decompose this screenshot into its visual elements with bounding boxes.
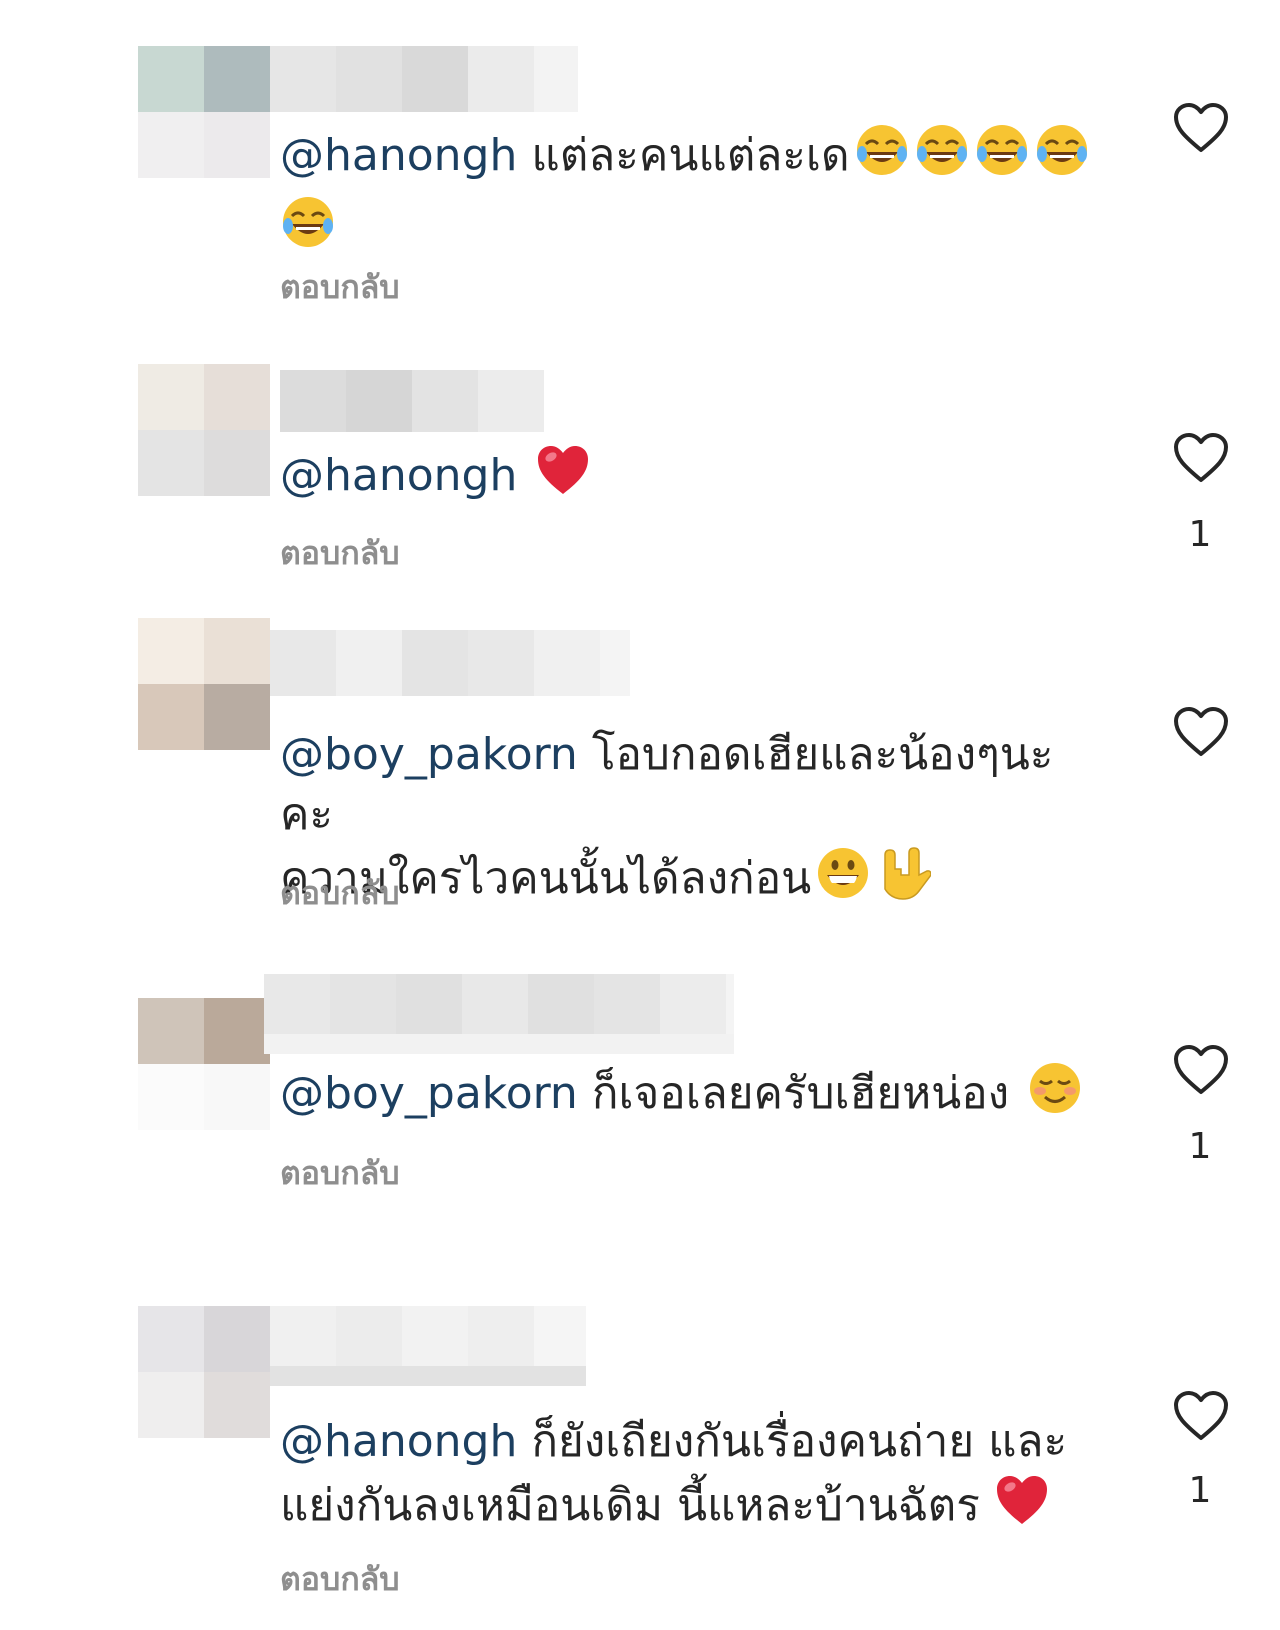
username-redacted[interactable] — [270, 1306, 586, 1386]
red-heart-emoji — [535, 442, 591, 514]
comment-body: แต่ละคนแต่ละเด — [531, 130, 850, 181]
username-redacted[interactable] — [270, 46, 580, 112]
tears-of-joy-emoji — [854, 122, 910, 194]
comment-text: @hanongh ก็ยังเถียงกันเรื่องคนถ่าย และแย… — [280, 1412, 1100, 1544]
tears-of-joy-emoji — [1034, 122, 1090, 194]
love-you-gesture-emoji — [875, 845, 932, 917]
avatar[interactable] — [138, 1306, 270, 1438]
grinning-face-emoji — [815, 845, 871, 917]
heart-outline-icon[interactable] — [1172, 102, 1230, 154]
mention-link[interactable]: @boy_pakorn — [280, 729, 578, 780]
mention-link[interactable]: @hanongh — [280, 1416, 517, 1467]
heart-outline-icon[interactable] — [1172, 432, 1230, 484]
mention-link[interactable]: @hanongh — [280, 130, 517, 181]
comment-body: ก็ยังเถียงกันเรื่องคนถ่าย และ — [531, 1416, 1068, 1467]
username-redacted[interactable] — [270, 630, 630, 696]
mention-link[interactable]: @boy_pakorn — [280, 1068, 578, 1119]
like-count: 1 — [1188, 1470, 1212, 1511]
comment-body: ก็เจอเลยครับเฮียหน่อง — [591, 1068, 1010, 1119]
reply-button[interactable]: ตอบกลับ — [280, 528, 400, 579]
username-redacted[interactable] — [280, 370, 544, 432]
comment-body-line2: แย่งกันลงเหมือนเดิม นี้แหละบ้านฉัตร — [280, 1480, 980, 1531]
username-redacted[interactable] — [264, 974, 734, 1054]
avatar[interactable] — [138, 998, 270, 1130]
avatar[interactable] — [138, 46, 270, 178]
reply-button[interactable]: ตอบกลับ — [280, 1554, 400, 1605]
heart-outline-icon[interactable] — [1172, 706, 1230, 758]
reply-button[interactable]: ตอบกลับ — [280, 1148, 400, 1199]
smiling-face-emoji — [1027, 1060, 1083, 1132]
avatar[interactable] — [138, 364, 270, 496]
like-count: 1 — [1188, 514, 1212, 555]
reply-button[interactable]: ตอบกลับ — [280, 868, 400, 919]
comment-text: @boy_pakorn ก็เจอเลยครับเฮียหน่อง — [280, 1060, 1100, 1132]
mention-link[interactable]: @hanongh — [280, 450, 517, 501]
heart-outline-icon[interactable] — [1172, 1390, 1230, 1442]
like-count: 1 — [1188, 1126, 1212, 1167]
comment-text: @hanongh แต่ละคนแต่ละเด — [280, 122, 1100, 266]
comment-text: @boy_pakorn โอบกอดเฮียและน้องๆนะคะ ความใค… — [280, 725, 1100, 917]
avatar[interactable] — [138, 618, 270, 750]
reply-button[interactable]: ตอบกลับ — [280, 262, 400, 313]
comment-text: @hanongh — [280, 442, 1100, 514]
tears-of-joy-emoji — [914, 122, 970, 194]
tears-of-joy-emoji — [280, 194, 336, 266]
heart-outline-icon[interactable] — [1172, 1044, 1230, 1096]
tears-of-joy-emoji — [974, 122, 1030, 194]
red-heart-emoji — [994, 1472, 1050, 1544]
